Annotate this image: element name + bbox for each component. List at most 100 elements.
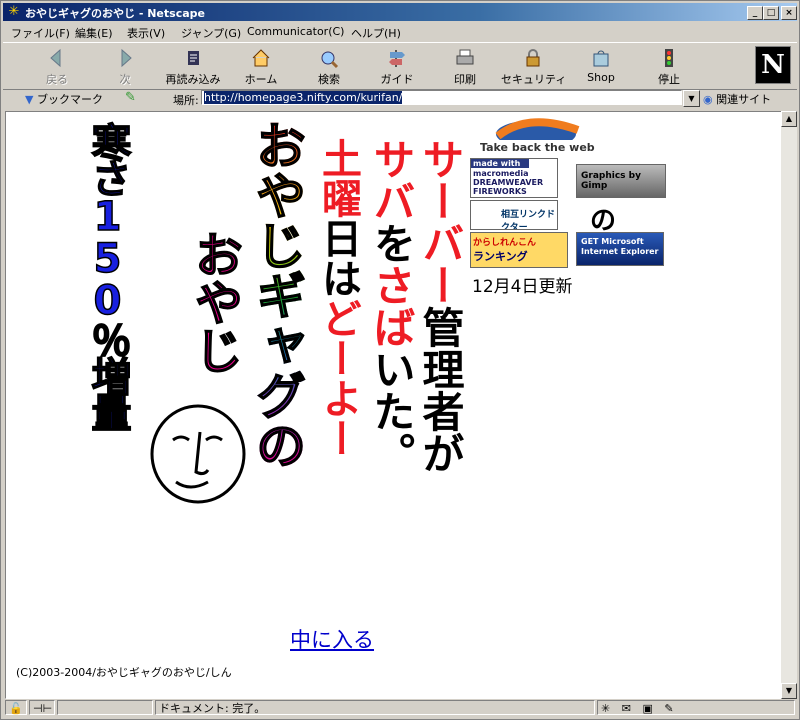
url-text: http://homepage3.nifty.com/kurifan/ [204, 91, 403, 104]
stop-button[interactable]: 停止 [637, 47, 701, 87]
saba-red-1: サバ [367, 138, 416, 222]
guide-signpost-icon [389, 50, 405, 67]
server-black: 管理者が [416, 306, 465, 474]
reload-button[interactable]: 再読み込み [161, 47, 225, 87]
menu-jump[interactable]: ジャンプ(G) [181, 25, 241, 41]
badge-macromedia-text: macromedia DREAMWEAVER FIREWORKS STUDIO [473, 169, 544, 197]
forward-button[interactable]: 次 [93, 47, 157, 87]
netscape-logo[interactable]: N [755, 46, 791, 84]
oyaji-face-icon [150, 404, 246, 504]
vertical-scrollbar[interactable]: ▲ ▼ [781, 111, 797, 699]
stop-traffic-light-icon [665, 49, 673, 67]
mail-icon[interactable]: ✉ [622, 702, 631, 715]
menu-file[interactable]: ファイル(F) [11, 25, 70, 41]
location-label: 場所: [173, 94, 199, 107]
badge-gimp[interactable]: Graphics by Gimp [576, 164, 666, 198]
saturday-red-1: 土曜 [315, 138, 361, 218]
saba-column: サバをさばいた。 [367, 138, 416, 482]
bookmarks-label: ブックマーク [36, 93, 103, 106]
location-bar: ▼ ブックマーク ✎ 場所: http://homepage3.nifty.co… [3, 89, 797, 110]
rainbow-title-text-2: おやじ [185, 229, 243, 375]
saturday-column: 土曜日はどーよー [315, 138, 361, 467]
saturday-text: 土曜日はどーよー [315, 138, 361, 458]
progress-indicator [57, 700, 153, 715]
browser-window: ✳ おやじギャグのおやじ - Netscape _ □ × ファイル(F) 編集… [0, 0, 800, 720]
rainbow-title-oyaji: おやじ [184, 120, 244, 385]
related-sites-icon: ◉ [703, 93, 713, 106]
badge-ranking-top: からしれんこん [473, 238, 537, 248]
bookmarks-button[interactable]: ▼ ブックマーク [25, 91, 103, 107]
menu-help[interactable]: ヘルプ(H) [351, 25, 401, 41]
page-content: 寒さ150％増量 おやじ おやじギャグの 土曜日はどーよー サバをさばいた。 サ… [5, 111, 783, 699]
saba-black-2: いた。 [367, 348, 416, 474]
menu-communicator[interactable]: Communicator(C) [247, 25, 344, 38]
firefox-logo-icon [495, 118, 580, 148]
saba-black-1: を [367, 222, 416, 264]
firefox-banner-text: Take back the web [480, 141, 595, 154]
netscape-app-icon: ✳ [8, 4, 20, 19]
window-title: おやじギャグのおやじ - Netscape [25, 7, 205, 20]
related-sites-label: 関連サイト [716, 93, 772, 106]
enter-link[interactable]: 中に入る [290, 624, 374, 654]
security-status-icon[interactable]: 🔓 [5, 700, 27, 715]
menu-bar: ファイル(F) 編集(E) 表示(V) ジャンプ(G) Communicator… [3, 22, 797, 41]
back-label: 戻る [46, 73, 68, 86]
composer-icon[interactable]: ✎ [664, 702, 673, 715]
server-admin-text: サーバー管理者が [416, 138, 465, 474]
title-bar: ✳ おやじギャグのおやじ - Netscape _ □ × [3, 3, 797, 21]
rainbow-text-gyagu: おやじギャグの [247, 119, 307, 471]
guide-button[interactable]: ガイド [365, 47, 429, 87]
badge-ranking[interactable]: からしれんこん ランキング [470, 232, 568, 268]
menu-edit[interactable]: 編集(E) [75, 25, 113, 41]
badge-gimp-text: Graphics by Gimp [581, 171, 641, 191]
search-label: 検索 [318, 73, 340, 86]
url-field[interactable]: http://homepage3.nifty.com/kurifan/ [201, 90, 682, 105]
page-proxy-icon[interactable]: ✎ [125, 90, 136, 105]
minimize-button[interactable]: _ [747, 6, 763, 20]
scroll-down-arrow-icon[interactable]: ▼ [781, 683, 797, 699]
forward-arrow-icon [121, 48, 132, 68]
address-book-icon[interactable]: ▣ [642, 702, 652, 715]
badge-macromedia[interactable]: made with macromedia DREAMWEAVER FIREWOR… [470, 158, 558, 198]
printer-icon [456, 49, 474, 65]
navigation-toolbar: 戻る 次 再読み込み ホーム 検索 ガイド 印刷 セキュリティ Shop 停止 … [3, 42, 797, 90]
url-dropdown-button[interactable]: ▼ [683, 90, 700, 107]
search-button[interactable]: 検索 [297, 47, 361, 87]
status-text: ドキュメント: 完了。 [155, 700, 595, 715]
security-label: セキュリティ [501, 73, 567, 86]
server-admin-column: サーバー管理者が [416, 138, 465, 481]
related-sites-button[interactable]: ◉ 関連サイト [703, 91, 771, 107]
shop-button[interactable]: Shop [569, 47, 633, 87]
status-bar: 🔓 ⊣⊢ ドキュメント: 完了。 ✳ ✉ ▣ ✎ [3, 699, 797, 717]
lock-icon [526, 49, 540, 67]
connection-status-icon: ⊣⊢ [29, 700, 55, 715]
navigator-icon[interactable]: ✳ [601, 702, 610, 715]
rainbow-title-oyajigyagu: おやじギャグの [246, 119, 308, 480]
print-label: 印刷 [454, 73, 476, 86]
print-button[interactable]: 印刷 [433, 47, 497, 87]
saturday-red-2: どーよー [315, 298, 361, 458]
close-button[interactable]: × [781, 6, 797, 20]
saba-text: サバをさばいた。 [367, 138, 416, 474]
badge-link-doctor[interactable]: 相互リンクドクター [470, 200, 558, 230]
back-arrow-icon [50, 48, 61, 68]
security-button[interactable]: セキュリティ [501, 47, 567, 87]
guide-label: ガイド [380, 73, 414, 86]
headline-cold-150: 寒さ150％増量 [82, 121, 132, 438]
maximize-button[interactable]: □ [763, 6, 779, 20]
scroll-up-arrow-icon[interactable]: ▲ [781, 111, 797, 127]
badge-get-ie[interactable]: GET Microsoft Internet Explorer [576, 232, 664, 266]
back-button[interactable]: 戻る [25, 47, 89, 87]
updated-date: 12月4日更新 [472, 277, 573, 297]
home-icon [252, 49, 270, 67]
shop-bag-icon [593, 50, 609, 67]
menu-view[interactable]: 表示(V) [127, 25, 165, 41]
shop-label: Shop [587, 71, 615, 84]
badge-ie-text: GET Microsoft Internet Explorer [581, 237, 659, 256]
home-label: ホーム [244, 73, 278, 86]
headline-cold-text: 寒さ150％増量 [84, 121, 132, 429]
home-button[interactable]: ホーム [229, 47, 293, 87]
rainbow-text-oyaji: おやじ [185, 229, 243, 375]
copyright-text: (C)2003-2004/おやじギャグのおやじ/しん [16, 666, 232, 679]
firefox-banner[interactable]: Take back the web [476, 114, 595, 156]
